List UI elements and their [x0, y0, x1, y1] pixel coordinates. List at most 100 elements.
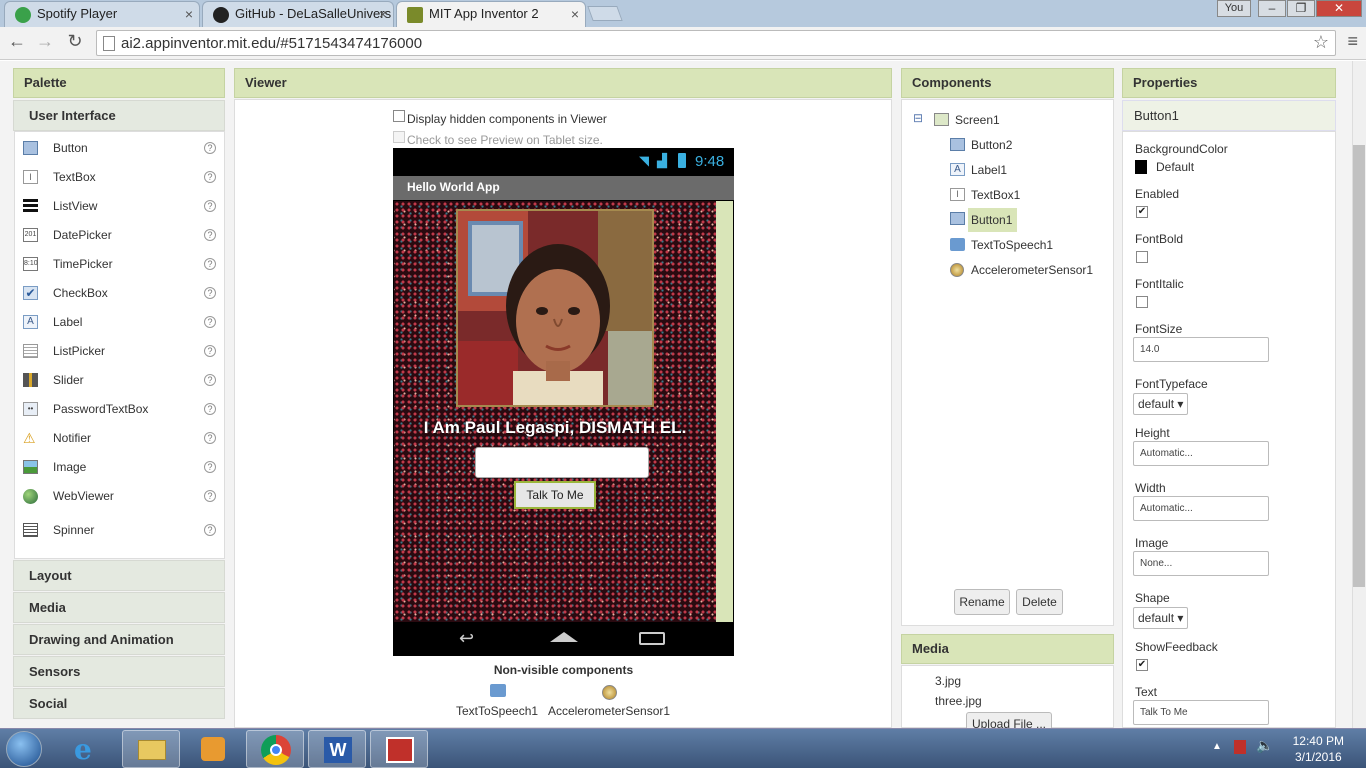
close-window-button[interactable]: ✕	[1316, 0, 1362, 17]
component-texttospeech1[interactable]: TextToSpeech1	[950, 236, 1056, 254]
new-tab-button[interactable]	[587, 6, 623, 21]
help-icon[interactable]: ?	[204, 403, 216, 415]
help-icon[interactable]: ?	[204, 374, 216, 386]
prop-width-input[interactable]: Automatic...	[1133, 496, 1269, 521]
maximize-button[interactable]: ❐	[1287, 0, 1315, 17]
help-icon[interactable]: ?	[204, 171, 216, 183]
display-hidden-checkbox[interactable]	[393, 110, 405, 122]
minimize-button[interactable]: –	[1258, 0, 1286, 17]
chrome-icon[interactable]	[246, 730, 304, 768]
tablet-preview-checkbox[interactable]	[393, 131, 405, 143]
palette-item-listpicker[interactable]: ListPicker ?	[15, 336, 224, 365]
component-button1-selected[interactable]: Button1	[950, 208, 1017, 232]
palette-item-button[interactable]: Button ?	[15, 133, 224, 162]
help-icon[interactable]: ?	[204, 345, 216, 357]
tray-expand-icon[interactable]: ▲	[1212, 741, 1222, 752]
tab-github[interactable]: GitHub - DeLaSalleUnivers ×	[202, 1, 394, 27]
tray-network-icon[interactable]	[1234, 740, 1246, 754]
palette-item-spinner[interactable]: Spinner ?	[15, 515, 224, 544]
talk-to-me-button[interactable]: Talk To Me	[514, 481, 596, 509]
palette-item-datepicker[interactable]: 201 DatePicker ?	[15, 220, 224, 249]
internet-explorer-icon[interactable]: e	[60, 730, 118, 768]
help-icon[interactable]: ?	[204, 432, 216, 444]
prop-height-input[interactable]: Automatic...	[1133, 441, 1269, 466]
prop-showfeedback-checkbox[interactable]: ✔	[1136, 659, 1148, 671]
palette-item-notifier[interactable]: ⚠ Notifier ?	[15, 423, 224, 452]
prop-enabled-checkbox[interactable]: ✔	[1136, 206, 1148, 218]
help-icon[interactable]: ?	[204, 229, 216, 241]
system-clock[interactable]: 12:40 PM 3/1/2016	[1293, 733, 1344, 765]
palette-category-layout[interactable]: Layout	[13, 560, 225, 591]
prop-fonttypeface-select[interactable]: default ▾	[1133, 393, 1189, 415]
word-icon[interactable]: W	[308, 730, 366, 768]
prop-fontsize-input[interactable]: 14.0	[1133, 337, 1269, 362]
help-icon[interactable]: ?	[204, 316, 216, 328]
prop-fontbold-checkbox[interactable]	[1136, 251, 1148, 263]
menu-icon[interactable]: ≡	[1347, 31, 1358, 52]
browser-toolbar: ← → ↻ ai2.appinventor.mit.edu/#517154347…	[0, 27, 1366, 60]
button2-photo[interactable]	[456, 209, 654, 407]
prop-enabled-label: Enabled	[1135, 187, 1180, 201]
palette-item-checkbox[interactable]: ✔ CheckBox ?	[15, 278, 224, 307]
properties-component-name: Button1	[1122, 100, 1336, 131]
back-icon[interactable]: ←	[6, 31, 28, 52]
volume-icon[interactable]: 🔈	[1256, 737, 1273, 754]
media-file-threejpg[interactable]: three.jpg	[935, 694, 982, 708]
help-icon[interactable]: ?	[204, 142, 216, 154]
close-tab-icon[interactable]: ×	[185, 2, 193, 26]
palette-category-sensors[interactable]: Sensors	[13, 656, 225, 687]
help-icon[interactable]: ?	[204, 258, 216, 270]
prop-shape-select[interactable]: default ▾	[1133, 607, 1189, 629]
upload-file-button[interactable]: Upload File ...	[966, 712, 1052, 728]
component-label1[interactable]: A Label1	[950, 161, 1010, 179]
palette-item-listview[interactable]: ListView ?	[15, 191, 224, 220]
scrollbar-thumb[interactable]	[1353, 145, 1365, 587]
help-icon[interactable]: ?	[204, 287, 216, 299]
reload-icon[interactable]: ↻	[64, 31, 86, 52]
label1-text[interactable]: I Am Paul Legaspi, DISMATH EL.	[398, 418, 712, 438]
help-icon[interactable]: ?	[204, 524, 216, 536]
delete-button[interactable]: Delete	[1016, 589, 1063, 615]
prop-fontitalic-checkbox[interactable]	[1136, 296, 1148, 308]
collapse-toggle-icon[interactable]: ⊟	[913, 111, 923, 125]
help-icon[interactable]: ?	[204, 490, 216, 502]
component-button2[interactable]: Button2	[950, 136, 1015, 154]
component-textbox1[interactable]: I TextBox1	[950, 186, 1023, 204]
forward-icon[interactable]: →	[34, 31, 56, 52]
palette-item-passwordtextbox[interactable]: •• PasswordTextBox ?	[15, 394, 224, 423]
component-accelerometersensor1[interactable]: AccelerometerSensor1	[950, 261, 1096, 279]
start-button-icon[interactable]	[6, 731, 42, 767]
bookmark-star-icon[interactable]: ☆	[1313, 32, 1329, 53]
close-tab-icon[interactable]: ×	[379, 2, 387, 26]
palette-item-image[interactable]: Image ?	[15, 452, 224, 481]
close-tab-icon[interactable]: ×	[571, 2, 579, 26]
palette-section-user-interface[interactable]: User Interface	[13, 100, 225, 131]
media-file-3jpg[interactable]: 3.jpg	[935, 674, 961, 688]
palette-item-timepicker[interactable]: 8:10 TimePicker ?	[15, 249, 224, 278]
rename-button[interactable]: Rename	[954, 589, 1010, 615]
wifi-icon: ◥	[639, 153, 649, 168]
file-explorer-icon[interactable]	[122, 730, 180, 768]
palette-item-slider[interactable]: Slider ?	[15, 365, 224, 394]
palette-category-social[interactable]: Social	[13, 688, 225, 719]
palette-category-drawing[interactable]: Drawing and Animation	[13, 624, 225, 655]
component-screen1[interactable]: Screen1	[934, 111, 1003, 129]
prop-image-input[interactable]: None...	[1133, 551, 1269, 576]
color-swatch[interactable]	[1135, 160, 1147, 174]
media-player-icon[interactable]	[184, 730, 242, 768]
prop-text-input[interactable]: Talk To Me	[1133, 700, 1269, 725]
tab-app-inventor[interactable]: MIT App Inventor 2 ×	[396, 1, 586, 27]
palette-item-webviewer[interactable]: WebViewer ?	[15, 481, 224, 510]
snipping-tool-icon[interactable]	[370, 730, 428, 768]
palette-item-textbox[interactable]: I TextBox ?	[15, 162, 224, 191]
address-bar[interactable]: ai2.appinventor.mit.edu/#517154347417600…	[96, 30, 1336, 56]
palette-category-media[interactable]: Media	[13, 592, 225, 623]
help-icon[interactable]: ?	[204, 461, 216, 473]
user-profile-button[interactable]: You	[1217, 0, 1251, 17]
prop-backgroundcolor-value[interactable]: Default	[1156, 160, 1194, 174]
components-header: Components	[901, 68, 1114, 98]
help-icon[interactable]: ?	[204, 200, 216, 212]
tab-spotify[interactable]: Spotify Player ×	[4, 1, 200, 27]
palette-item-label[interactable]: A Label ?	[15, 307, 224, 336]
textbox1-input[interactable]	[475, 447, 649, 478]
